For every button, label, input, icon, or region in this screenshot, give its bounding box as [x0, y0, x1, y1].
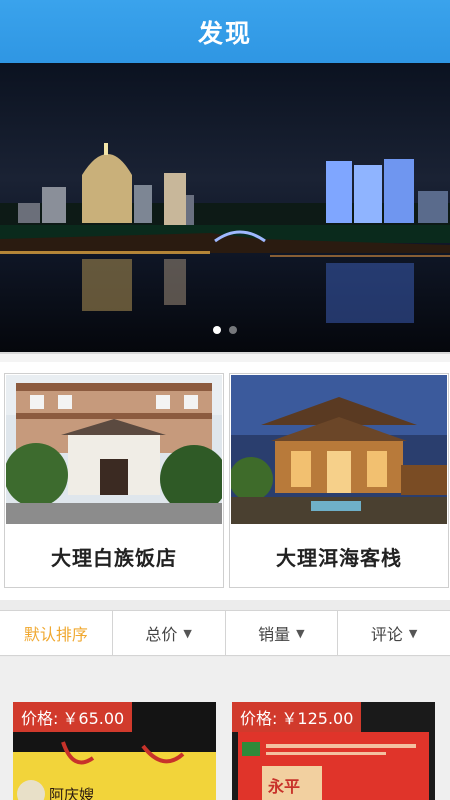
hotel-name: 大理洱海客栈: [276, 545, 402, 570]
sort-reviews[interactable]: 评论 ▼: [338, 611, 450, 655]
carousel-indicator: [0, 326, 450, 334]
price-tag: 价格: ￥65.00: [13, 702, 133, 732]
hotel-card[interactable]: 大理白族饭店: [4, 373, 224, 588]
sort-label: 总价: [145, 625, 178, 644]
price-tag: 价格: ￥125.00: [232, 702, 362, 732]
product-list: 价格: ￥65.00 阿庆嫂 价格: ￥125.00 永平: [0, 657, 450, 800]
hotel-card[interactable]: 大理洱海客栈: [229, 373, 449, 588]
down-arrow-icon: ▼: [296, 626, 305, 640]
sort-sales[interactable]: 销量 ▼: [226, 611, 339, 655]
section-divider: [0, 352, 450, 362]
hotel-name: 大理白族饭店: [51, 545, 177, 570]
sort-label: 默认排序: [23, 625, 88, 644]
sort-total-price[interactable]: 总价 ▼: [113, 611, 226, 655]
hotel-image: [231, 375, 447, 524]
hotel-image: [6, 375, 222, 524]
sort-bar: 默认排序 总价 ▼ 销量 ▼ 评论 ▼: [0, 610, 450, 656]
hotel-list: 大理白族饭店 大理洱海客栈: [0, 362, 450, 600]
product-card[interactable]: 价格: ￥65.00 阿庆嫂: [13, 702, 216, 800]
carousel-dot-2[interactable]: [229, 326, 237, 334]
sort-label: 销量: [258, 625, 291, 644]
app-header: 发现: [0, 0, 450, 63]
banner-image: [0, 143, 450, 352]
sort-label: 评论: [370, 625, 403, 644]
banner-carousel[interactable]: [0, 63, 450, 352]
price-value: ￥65.00: [62, 709, 125, 728]
product-brand: 阿庆嫂: [49, 786, 94, 800]
sort-default[interactable]: 默认排序: [0, 611, 113, 655]
page-title: 发现: [197, 18, 252, 48]
price-label: 价格:: [240, 709, 278, 728]
product-card[interactable]: 价格: ￥125.00 永平: [232, 702, 435, 800]
price-label: 价格:: [21, 709, 59, 728]
carousel-dot-1[interactable]: [213, 326, 221, 334]
down-arrow-icon: ▼: [408, 626, 418, 640]
product-brand: 永平: [267, 777, 300, 796]
down-arrow-icon: ▼: [183, 626, 192, 640]
price-value: ￥125.00: [281, 709, 354, 728]
